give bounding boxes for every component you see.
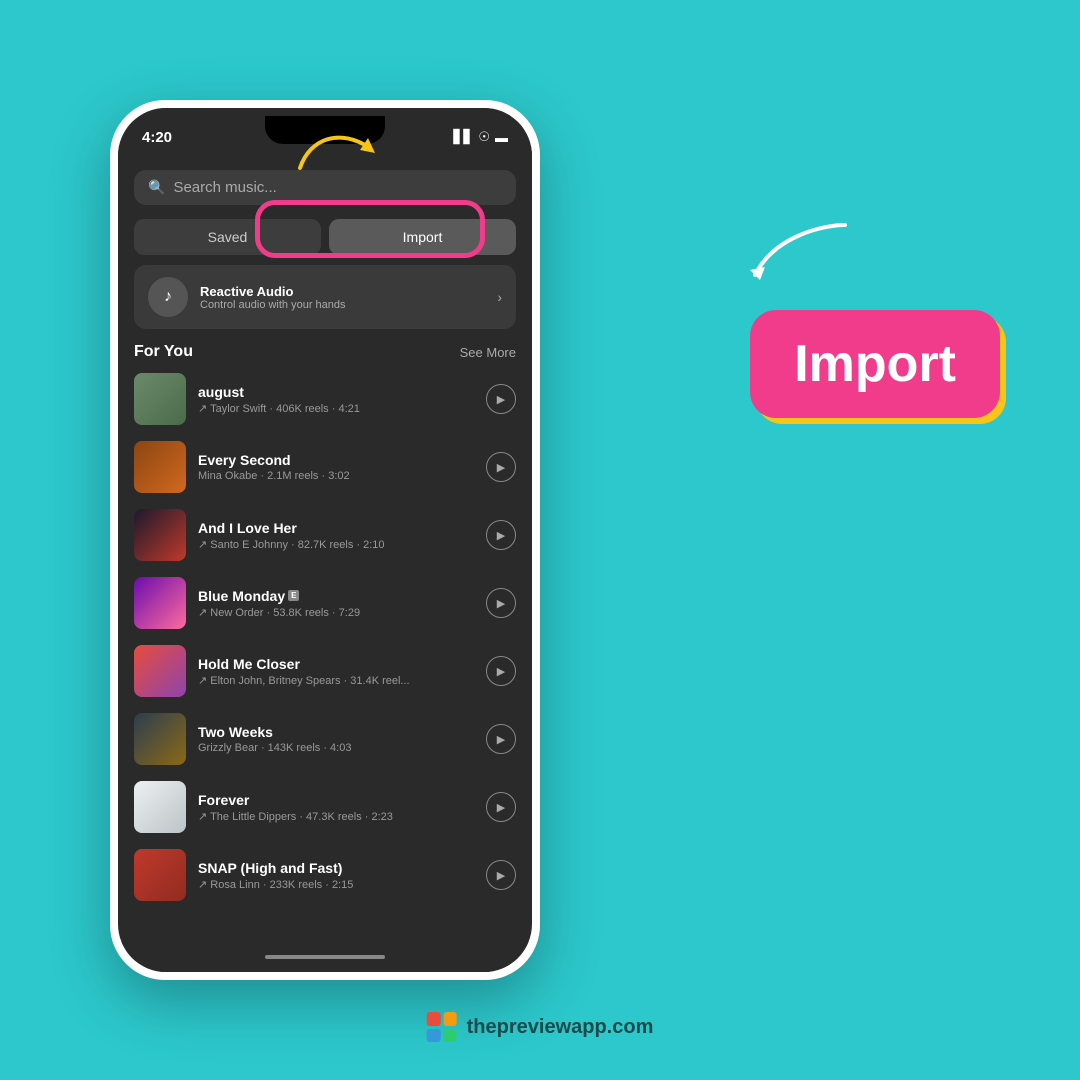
logo-cell-3 <box>427 1029 441 1043</box>
reactive-subtitle: Control audio with your hands <box>200 299 346 311</box>
song-item[interactable]: SNAP (High and Fast) ↗ Rosa Linn · 233K r… <box>118 841 532 909</box>
logo-cell-4 <box>443 1029 457 1043</box>
song-thumbnail <box>134 441 186 493</box>
status-time: 4:20 <box>142 129 172 146</box>
phone-mockup: 4:20 ▋▋ ☉ ▬ 🔍 Search music... Saved Impo… <box>110 100 540 980</box>
song-thumbnail <box>134 781 186 833</box>
explicit-badge: E <box>288 590 299 601</box>
section-header: For You See More <box>118 333 532 365</box>
song-item[interactable]: And I Love Her ↗ Santo E Johnny · 82.7K r… <box>118 501 532 569</box>
play-button[interactable]: ▶ <box>486 520 516 550</box>
song-meta: ↗ Rosa Linn · 233K reels · 2:15 <box>198 878 474 891</box>
reactive-arrow-icon: › <box>497 289 502 305</box>
song-item[interactable]: Two Weeks Grizzly Bear · 143K reels · 4:0… <box>118 705 532 773</box>
song-item[interactable]: Forever ↗ The Little Dippers · 47.3K reel… <box>118 773 532 841</box>
song-info: Every Second Mina Okabe · 2.1M reels · 3:… <box>198 452 474 482</box>
song-info: And I Love Her ↗ Santo E Johnny · 82.7K r… <box>198 520 474 551</box>
search-bar[interactable]: 🔍 Search music... <box>134 170 516 205</box>
signal-icon: ▋▋ <box>453 129 473 145</box>
song-thumbnail <box>134 849 186 901</box>
song-meta: ↗ Elton John, Britney Spears · 31.4K ree… <box>198 674 474 687</box>
song-title: Two Weeks <box>198 724 273 740</box>
play-button[interactable]: ▶ <box>486 452 516 482</box>
phone-screen: 4:20 ▋▋ ☉ ▬ 🔍 Search music... Saved Impo… <box>118 108 532 972</box>
play-button[interactable]: ▶ <box>486 724 516 754</box>
song-thumbnail <box>134 577 186 629</box>
import-badge-label: Import <box>794 335 956 393</box>
song-meta: Mina Okabe · 2.1M reels · 3:02 <box>198 470 474 482</box>
play-button[interactable]: ▶ <box>486 860 516 890</box>
song-item[interactable]: Hold Me Closer ↗ Elton John, Britney Spea… <box>118 637 532 705</box>
reactive-text: Reactive Audio Control audio with your h… <box>200 284 346 311</box>
song-title: And I Love Her <box>198 520 297 536</box>
status-icons: ▋▋ ☉ ▬ <box>453 129 508 145</box>
search-icon: 🔍 <box>148 179 165 196</box>
song-thumbnail <box>134 645 186 697</box>
song-meta: Grizzly Bear · 143K reels · 4:03 <box>198 742 474 754</box>
song-title: Every Second <box>198 452 291 468</box>
wifi-icon: ☉ <box>478 129 490 145</box>
song-info: SNAP (High and Fast) ↗ Rosa Linn · 233K r… <box>198 860 474 891</box>
footer-website: thepreviewapp.com <box>467 1016 654 1039</box>
song-list: august ↗ Taylor Swift · 406K reels · 4:21… <box>118 365 532 942</box>
song-info: august ↗ Taylor Swift · 406K reels · 4:21 <box>198 384 474 415</box>
song-item[interactable]: august ↗ Taylor Swift · 406K reels · 4:21… <box>118 365 532 433</box>
logo-cell-2 <box>443 1012 457 1026</box>
home-indicator <box>265 955 385 959</box>
bottom-bar <box>118 942 532 972</box>
phone-notch <box>265 116 385 144</box>
footer-logo <box>427 1012 457 1042</box>
song-title: SNAP (High and Fast) <box>198 860 342 876</box>
play-button[interactable]: ▶ <box>486 588 516 618</box>
search-input[interactable]: Search music... <box>173 179 276 196</box>
song-info: Two Weeks Grizzly Bear · 143K reels · 4:0… <box>198 724 474 754</box>
song-item[interactable]: Blue MondayE ↗ New Order · 53.8K reels · … <box>118 569 532 637</box>
see-more-link[interactable]: See More <box>460 345 516 360</box>
song-title: Hold Me Closer <box>198 656 300 672</box>
song-meta: ↗ The Little Dippers · 47.3K reels · 2:2… <box>198 810 474 823</box>
song-meta: ↗ Taylor Swift · 406K reels · 4:21 <box>198 402 474 415</box>
tabs-area: Saved Import <box>118 213 532 265</box>
import-badge: Import <box>750 310 1000 418</box>
song-meta: ↗ New Order · 53.8K reels · 7:29 <box>198 606 474 619</box>
song-meta: ↗ Santo E Johnny · 82.7K reels · 2:10 <box>198 538 474 551</box>
song-info: Hold Me Closer ↗ Elton John, Britney Spea… <box>198 656 474 687</box>
song-info: Blue MondayE ↗ New Order · 53.8K reels · … <box>198 588 474 619</box>
tab-saved[interactable]: Saved <box>134 219 321 255</box>
play-button[interactable]: ▶ <box>486 384 516 414</box>
battery-icon: ▬ <box>495 130 508 145</box>
reactive-title: Reactive Audio <box>200 284 346 299</box>
song-title: Forever <box>198 792 249 808</box>
song-thumbnail <box>134 509 186 561</box>
footer: thepreviewapp.com <box>427 1012 654 1042</box>
tab-import[interactable]: Import <box>329 219 516 255</box>
song-item[interactable]: Every Second Mina Okabe · 2.1M reels · 3:… <box>118 433 532 501</box>
phone-body: 4:20 ▋▋ ☉ ▬ 🔍 Search music... Saved Impo… <box>110 100 540 980</box>
song-thumbnail <box>134 713 186 765</box>
song-thumbnail <box>134 373 186 425</box>
song-title: Blue Monday <box>198 588 285 604</box>
logo-cell-1 <box>427 1012 441 1026</box>
play-button[interactable]: ▶ <box>486 792 516 822</box>
section-title: For You <box>134 343 193 361</box>
song-info: Forever ↗ The Little Dippers · 47.3K reel… <box>198 792 474 823</box>
song-title: august <box>198 384 244 400</box>
reactive-audio-banner[interactable]: ♪ Reactive Audio Control audio with your… <box>134 265 516 329</box>
reactive-audio-icon: ♪ <box>148 277 188 317</box>
play-button[interactable]: ▶ <box>486 656 516 686</box>
search-area: 🔍 Search music... <box>118 158 532 213</box>
curved-arrow-annotation <box>745 215 865 295</box>
